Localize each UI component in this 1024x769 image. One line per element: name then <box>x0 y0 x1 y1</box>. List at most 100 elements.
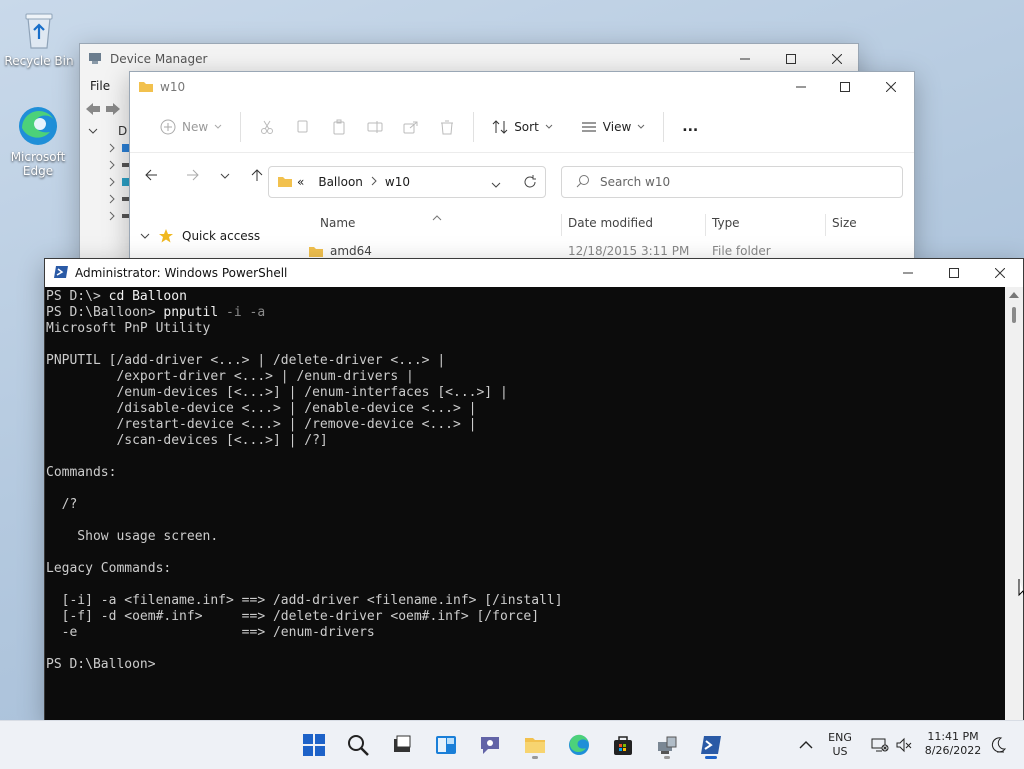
forward-arrow-icon[interactable] <box>186 168 200 185</box>
back-arrow-icon[interactable] <box>144 168 158 185</box>
maximize-button[interactable] <box>931 259 977 287</box>
chevron-right-icon <box>371 175 377 189</box>
powershell-window[interactable]: Administrator: Windows PowerShell PS D:\… <box>44 258 1024 722</box>
paste-button[interactable] <box>321 111 357 143</box>
breadcrumb-balloon[interactable]: Balloon <box>318 175 363 189</box>
powershell-taskbar-button[interactable] <box>695 729 727 761</box>
column-name[interactable]: Name <box>320 216 355 230</box>
breadcrumb-w10[interactable]: w10 <box>385 175 410 189</box>
maximize-icon <box>949 268 959 278</box>
chat-button[interactable] <box>474 729 506 761</box>
view-button[interactable]: View <box>571 111 655 143</box>
rename-icon <box>367 121 383 133</box>
search-button[interactable] <box>342 729 374 761</box>
scroll-thumb[interactable] <box>1012 307 1016 323</box>
address-bar[interactable]: « Balloon w10 <box>268 166 546 198</box>
refresh-icon[interactable] <box>523 175 537 192</box>
console-text: [-f] -d <oem#.inf> ==> /delete-driver <o… <box>46 609 540 624</box>
close-icon <box>886 82 896 92</box>
recent-dropdown-icon[interactable] <box>220 169 230 183</box>
close-button[interactable] <box>868 72 914 102</box>
clock[interactable]: 11:41 PM 8/26/2022 <box>920 730 986 758</box>
console-text: /restart-device <...> | /remove-device <… <box>46 417 477 432</box>
console-line: PS D:\Balloon> pnputil -i -a <box>46 305 1005 321</box>
address-overflow[interactable]: « <box>297 175 304 189</box>
explorer-window[interactable]: w10 New Sort View ... « Balloon w10 Sear… <box>129 71 915 263</box>
cut-button[interactable] <box>249 111 285 143</box>
forward-arrow-icon[interactable] <box>104 101 122 120</box>
language-indicator[interactable]: ENG US <box>822 731 858 759</box>
more-options-button[interactable]: ... <box>672 111 708 143</box>
close-button[interactable] <box>814 44 860 74</box>
chat-icon <box>481 737 499 754</box>
chevron-down-icon <box>545 124 553 129</box>
chevron-right-icon <box>109 177 115 186</box>
chevron-down-icon <box>214 124 222 129</box>
rename-button[interactable] <box>357 111 393 143</box>
scissors-icon <box>261 120 274 134</box>
console-output[interactable]: PS D:\> cd Balloon PS D:\Balloon> pnputil… <box>45 287 1005 721</box>
start-button[interactable] <box>298 729 330 761</box>
store-button[interactable] <box>607 729 639 761</box>
store-icon <box>614 736 632 755</box>
minimize-button[interactable] <box>778 72 824 102</box>
show-hidden-icons-button[interactable] <box>790 729 822 761</box>
scroll-up-icon[interactable] <box>1009 292 1019 298</box>
search-icon <box>576 174 590 191</box>
file-row[interactable]: amd64 12/18/2015 3:11 PM File folder <box>308 244 771 258</box>
column-type[interactable]: Type <box>712 216 740 230</box>
maximize-button[interactable] <box>768 44 814 74</box>
maximize-icon <box>786 54 796 64</box>
console-text: /? <box>46 497 78 512</box>
chevron-up-icon <box>799 741 813 749</box>
share-icon <box>403 121 418 134</box>
search-input[interactable]: Search w10 <box>600 175 670 189</box>
close-icon <box>832 54 842 64</box>
desktop-icon-edge[interactable]: Microsoft Edge <box>3 104 73 178</box>
up-arrow-icon[interactable] <box>250 168 264 185</box>
console-line: Commands: <box>46 465 1005 481</box>
console-line: /export-driver <...> | /enum-drivers | <box>46 369 1005 385</box>
column-size[interactable]: Size <box>832 216 857 230</box>
column-date-modified[interactable]: Date modified <box>568 216 653 230</box>
maximize-button[interactable] <box>822 72 868 102</box>
minimize-button[interactable] <box>885 259 931 287</box>
explorer-titlebar[interactable]: w10 <box>130 72 914 102</box>
console-line: /scan-devices [<...>] | /?] <box>46 433 1005 449</box>
sort-button[interactable]: Sort <box>482 111 563 143</box>
new-button[interactable]: New <box>150 111 232 143</box>
widgets-button[interactable] <box>430 729 462 761</box>
desktop-icon-recycle-bin[interactable]: Recycle Bin <box>4 8 74 68</box>
edge-icon <box>16 104 60 148</box>
powershell-titlebar[interactable]: Administrator: Windows PowerShell <box>45 259 1023 287</box>
column-headers: Name Date modified Type Size <box>130 212 914 236</box>
console-line: /restart-device <...> | /remove-device <… <box>46 417 1005 433</box>
minimize-button[interactable] <box>722 44 768 74</box>
device-manager-taskbar-button[interactable] <box>651 729 683 761</box>
close-button[interactable] <box>977 259 1023 287</box>
share-button[interactable] <box>393 111 429 143</box>
console-line: /enum-devices [<...>] | /enum-interfaces… <box>46 385 1005 401</box>
console-text: /export-driver <...> | /enum-drivers | <box>46 369 414 384</box>
copy-button[interactable] <box>285 111 321 143</box>
volume-button[interactable] <box>888 729 920 761</box>
back-arrow-icon[interactable] <box>84 101 102 120</box>
address-dropdown-icon[interactable] <box>491 178 501 192</box>
search-box[interactable]: Search w10 <box>561 166 903 198</box>
notifications-button[interactable] <box>982 729 1014 761</box>
task-view-button[interactable] <box>386 729 418 761</box>
console-command: pnputil <box>163 305 219 320</box>
file-explorer-taskbar-button[interactable] <box>519 729 551 761</box>
explorer-command-bar: New Sort View ... <box>130 102 914 153</box>
menu-file[interactable]: File <box>90 79 110 93</box>
console-scrollbar[interactable] <box>1005 287 1023 721</box>
delete-button[interactable] <box>429 111 465 143</box>
console-text: /enum-devices [<...>] | /enum-interfaces… <box>46 385 508 400</box>
console-text: Commands: <box>46 465 117 480</box>
device-manager-titlebar[interactable]: Device Manager <box>80 44 858 74</box>
edge-taskbar-button[interactable] <box>563 729 595 761</box>
